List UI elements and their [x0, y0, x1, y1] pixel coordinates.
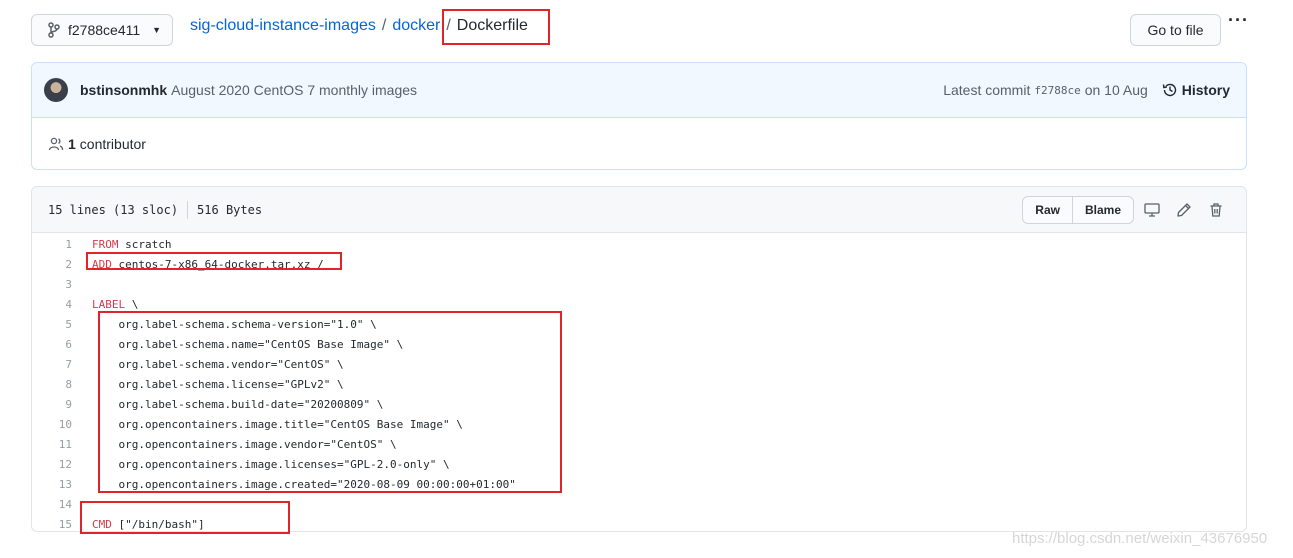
line-number[interactable]: 15 [32, 518, 72, 531]
git-branch-icon [48, 22, 60, 38]
code-text: scratch [118, 237, 172, 251]
raw-button[interactable]: Raw [1023, 197, 1072, 223]
trash-icon[interactable] [1208, 202, 1224, 218]
breadcrumb-separator: / [381, 17, 387, 34]
line-number[interactable]: 2 [32, 258, 72, 271]
line-number[interactable]: 4 [32, 298, 72, 311]
latest-commit-bar: bstinsonmhk August 2020 CentOS 7 monthly… [32, 63, 1246, 118]
code-line: 3 [32, 274, 1246, 294]
latest-commit-label: Latest commit [943, 82, 1031, 98]
commit-message-link[interactable]: August 2020 CentOS 7 monthly images [171, 82, 417, 98]
line-number[interactable]: 3 [32, 278, 72, 291]
line-number[interactable]: 7 [32, 358, 72, 371]
desktop-icon[interactable] [1144, 202, 1160, 218]
line-number[interactable]: 11 [32, 438, 72, 451]
branch-selector-button[interactable]: f2788ce411 ▼ [31, 14, 173, 46]
keyword-token: LABEL [92, 297, 126, 311]
file-header: 15 lines (13 sloc) 516 Bytes Raw Blame [32, 187, 1246, 233]
contributor-count: 1 [68, 136, 76, 152]
line-number[interactable]: 14 [32, 498, 72, 511]
people-icon [48, 137, 64, 151]
code-text: \ [125, 297, 139, 311]
line-content: LABEL \ [72, 298, 138, 311]
line-number[interactable]: 1 [32, 238, 72, 251]
blame-button[interactable]: Blame [1071, 196, 1133, 223]
commit-date: on 10 Aug [1084, 82, 1148, 98]
history-link[interactable]: History [1162, 82, 1230, 98]
commit-author-link[interactable]: bstinsonmhk [80, 82, 167, 98]
branch-name: f2788ce411 [68, 22, 141, 38]
annotation-box-cmd-line [80, 501, 290, 534]
pencil-icon[interactable] [1176, 202, 1192, 218]
line-number[interactable]: 9 [32, 398, 72, 411]
line-number[interactable]: 13 [32, 478, 72, 491]
history-icon [1162, 83, 1176, 97]
keyword-token: FROM [92, 237, 119, 251]
annotation-box-filename [442, 9, 550, 45]
raw-blame-group: Raw Blame [1022, 195, 1134, 224]
breadcrumb-repo-link[interactable]: sig-cloud-instance-images [190, 17, 376, 35]
chevron-down-icon: ▼ [152, 25, 162, 35]
avatar[interactable] [44, 78, 68, 102]
watermark-text: https://blog.csdn.net/weixin_43676950 [1012, 530, 1268, 547]
line-number[interactable]: 8 [32, 378, 72, 391]
commit-meta: Latest commit f2788ce on 10 Aug History [943, 82, 1246, 98]
line-number[interactable]: 5 [32, 318, 72, 331]
commit-sha-link[interactable]: f2788ce [1034, 84, 1080, 97]
more-options-icon[interactable]: ··· [1228, 11, 1250, 32]
line-number[interactable]: 10 [32, 418, 72, 431]
file-size: 516 Bytes [197, 202, 263, 217]
breadcrumb-folder-link[interactable]: docker [392, 17, 440, 35]
line-number[interactable]: 12 [32, 458, 72, 471]
code-line: 1 FROM scratch [32, 234, 1246, 254]
annotation-box-labels [98, 311, 562, 493]
commit-box: bstinsonmhk August 2020 CentOS 7 monthly… [31, 62, 1247, 170]
line-number[interactable]: 6 [32, 338, 72, 351]
annotation-box-add-line [86, 252, 342, 270]
file-actions [1144, 202, 1246, 218]
go-to-file-button[interactable]: Go to file [1130, 14, 1221, 46]
contributor-label: contributor [79, 136, 146, 152]
line-content: FROM scratch [72, 238, 171, 251]
history-label: History [1181, 82, 1230, 98]
contributors-row[interactable]: 1 contributor [32, 118, 1246, 169]
header-divider [187, 200, 189, 219]
file-line-count: 15 lines (13 sloc) [48, 202, 179, 217]
